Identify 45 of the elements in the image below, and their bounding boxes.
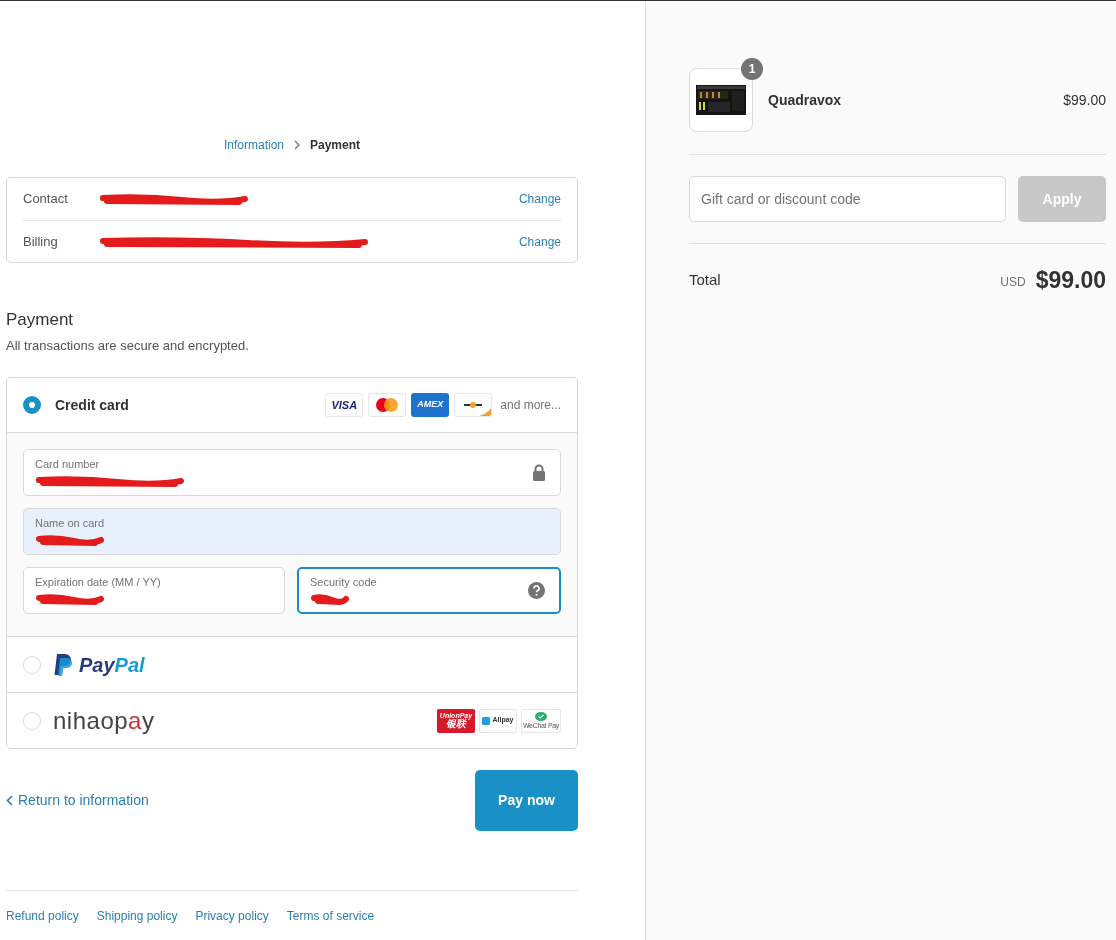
field-label: Name on card	[35, 516, 106, 532]
input-field[interactable]: Name on card	[23, 508, 561, 555]
input-field[interactable]: Security code	[297, 567, 561, 614]
radio-button[interactable]	[23, 396, 41, 414]
field-label: Security code	[310, 575, 378, 591]
alipay-icon	[482, 716, 491, 725]
more-brands-text: and more...	[500, 397, 561, 414]
paypal-icon	[53, 652, 73, 677]
field-label: Expiration date (MM / YY)	[35, 575, 162, 591]
currency-code: USD	[1000, 274, 1026, 292]
lock-icon	[532, 464, 546, 481]
mastercard-logo	[368, 393, 407, 417]
footer-link[interactable]: Shipping policy	[96, 907, 178, 925]
amex-logo: AMEX	[411, 393, 450, 417]
change-link[interactable]: Change	[518, 232, 561, 251]
footer-link[interactable]: Terms of service	[286, 907, 375, 925]
nihaopay-logo[interactable]: nihaopay	[53, 702, 427, 739]
chevron-right-icon	[293, 140, 301, 150]
breadcrumb-item: Payment	[310, 137, 361, 154]
payment-option-label[interactable]: Credit card	[55, 394, 316, 416]
section-title: Payment	[6, 309, 75, 331]
paypal-logo[interactable]: PayPal	[79, 649, 145, 680]
footer-link[interactable]: Privacy policy	[195, 907, 269, 925]
row-label: Billing	[23, 232, 59, 251]
total-amount: $99.00	[1035, 266, 1106, 295]
section-subtitle: All transactions are secure and encrypted.	[6, 336, 250, 355]
footer-link[interactable]: Refund policy	[6, 907, 79, 925]
logo-text: 银联	[446, 719, 466, 729]
breadcrumb-item[interactable]: Information	[223, 136, 284, 154]
visa-logo: VISA	[325, 393, 364, 417]
total-label: Total	[689, 270, 722, 290]
pay-now-button[interactable]: Pay now	[475, 770, 578, 831]
card-brand-logo	[454, 393, 493, 417]
product-name: Quadravox	[768, 90, 843, 110]
input-field[interactable]: Card number	[23, 449, 561, 496]
back-link[interactable]: Return to information	[6, 790, 149, 811]
change-link[interactable]: Change	[518, 190, 561, 208]
product-price: $99.00	[1063, 90, 1106, 110]
row-label: Contact	[23, 190, 69, 209]
help-icon	[528, 582, 545, 599]
chevron-left-icon	[6, 795, 13, 806]
quantity-badge: 1	[741, 58, 763, 80]
field-label: Card number	[35, 457, 101, 473]
input-field[interactable]: Expiration date (MM / YY)	[23, 567, 285, 614]
wechat-icon	[535, 712, 547, 721]
